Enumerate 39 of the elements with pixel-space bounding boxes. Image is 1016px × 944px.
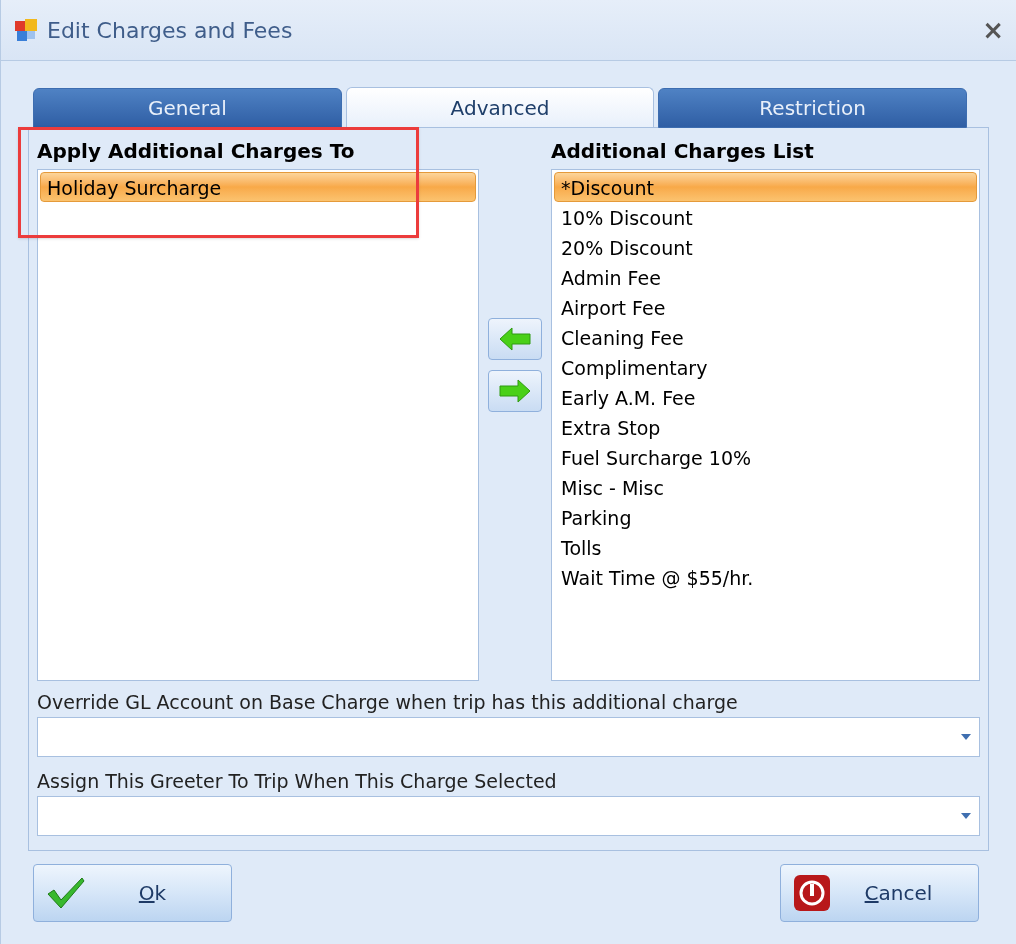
list-item[interactable]: Tolls xyxy=(554,532,977,562)
field-label: Override GL Account on Base Charge when trip has this additional charge xyxy=(37,690,739,715)
list-item[interactable]: 10% Discount xyxy=(554,202,977,232)
remove-button[interactable] xyxy=(488,370,542,412)
dropdown-caret-icon xyxy=(961,734,971,740)
list-item[interactable]: Cleaning Fee xyxy=(554,322,977,352)
list-item[interactable]: Airport Fee xyxy=(554,292,977,322)
ok-button[interactable]: Ok xyxy=(33,864,232,922)
list-item[interactable]: *Discount xyxy=(554,172,977,202)
list-item[interactable]: Complimentary xyxy=(554,352,977,382)
tab[interactable]: General xyxy=(33,88,342,128)
dropdown-field[interactable] xyxy=(37,796,980,836)
list-item[interactable]: Extra Stop xyxy=(554,412,977,442)
window-title: Edit Charges and Fees xyxy=(47,16,294,45)
checkmark-icon xyxy=(46,876,86,910)
list-item[interactable]: Parking xyxy=(554,502,977,532)
tab[interactable]: Restriction xyxy=(658,88,967,128)
close-button[interactable]: × xyxy=(982,17,1004,43)
additional-charges-list[interactable]: *Discount 10% Discount 20% Discount Admin Fee Airport Fee Cleaning Fee Complimentary Early A.M. Fee Extra Stop Fuel Surcharge 10% Misc - Misc Parking Tolls Wait Time @ $55/hr. xyxy=(551,169,980,681)
list-item[interactable]: Misc - Misc xyxy=(554,472,977,502)
list-item[interactable]: Wait Time @ $55/hr. xyxy=(554,562,977,592)
list-item[interactable]: Admin Fee xyxy=(554,262,977,292)
cancel-button[interactable]: Cancel xyxy=(780,864,979,922)
list-heading: Additional Charges List xyxy=(551,138,815,165)
list-item[interactable]: 20% Discount xyxy=(554,232,977,262)
applied-charges-list[interactable]: Holiday Surcharge xyxy=(37,169,479,681)
power-icon xyxy=(793,874,831,912)
dropdown-caret-icon xyxy=(961,813,971,819)
left-arrow-icon xyxy=(498,326,532,352)
right-arrow-icon xyxy=(498,378,532,404)
add-button[interactable] xyxy=(488,318,542,360)
list-item[interactable]: Fuel Surcharge 10% xyxy=(554,442,977,472)
tab[interactable]: Advanced xyxy=(345,87,655,127)
dropdown-field[interactable] xyxy=(37,717,980,757)
list-heading: Apply Additional Charges To xyxy=(37,138,356,165)
app-icon xyxy=(13,17,39,43)
list-item[interactable]: Early A.M. Fee xyxy=(554,382,977,412)
list-item[interactable]: Holiday Surcharge xyxy=(40,172,476,202)
field-label: Assign This Greeter To Trip When This Charge Selected xyxy=(37,769,558,794)
